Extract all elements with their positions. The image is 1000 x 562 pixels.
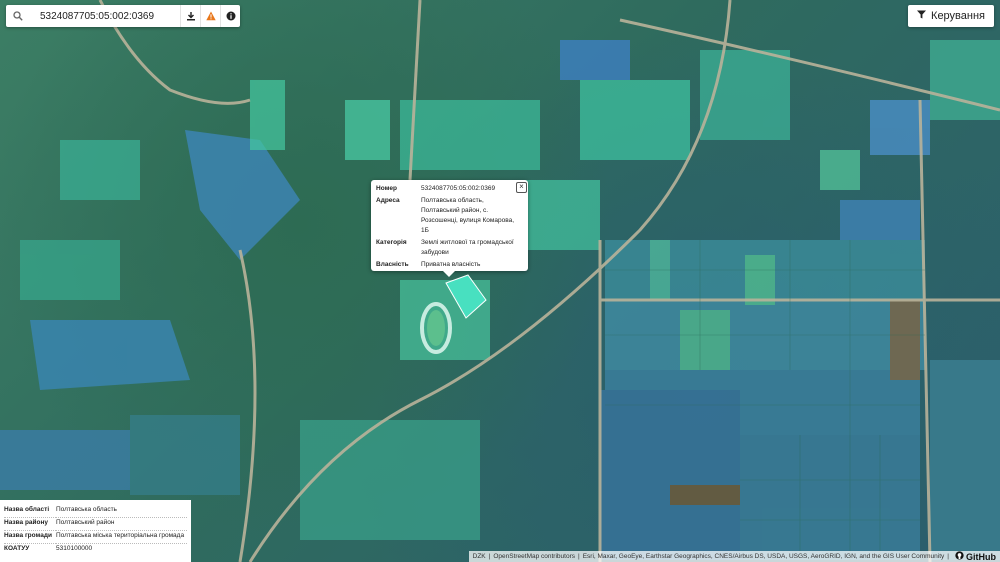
map-attribution: DZK | OpenStreetMap contributors | Esri,… [468, 551, 1000, 562]
info-key: Назва району [4, 517, 56, 531]
info-icon[interactable] [220, 5, 240, 27]
parcel-info-table: Номер 5324087705:05:002:0369 Адреса Полт… [376, 184, 522, 273]
info-key: Назва громади [4, 530, 56, 544]
warning-icon[interactable] [200, 5, 220, 27]
info-key: КОАТУУ [4, 545, 30, 552]
popup-row: Адреса Полтавська область, Полтавський р… [376, 196, 522, 238]
popup-value: Приватна власність [421, 261, 481, 269]
info-row: Назва громади Полтавська міська територі… [4, 530, 187, 544]
popup-key: Номер [376, 185, 397, 192]
download-icon[interactable] [180, 5, 200, 27]
info-value: 5310100000 [56, 545, 93, 552]
info-value: Полтавський район [56, 517, 187, 531]
close-icon[interactable]: × [516, 182, 527, 193]
filter-icon [917, 10, 927, 22]
github-link[interactable]: GitHub [955, 551, 996, 562]
popup-row: Номер 5324087705:05:002:0369 [376, 184, 522, 196]
search-tools [180, 5, 240, 27]
popup-row: Категорія Землі житлової та громадської … [376, 238, 522, 260]
search-input[interactable] [30, 10, 180, 22]
info-row: КОАТУУ 5310100000 [4, 544, 187, 557]
popup-value: Полтавська область, Полтавський район, с… [421, 197, 515, 235]
info-value: Полтавська міська територіальна громада [56, 530, 187, 544]
control-button-label: Керування [931, 10, 985, 22]
info-value: Полтавська область [56, 505, 187, 518]
popup-key: Адреса [376, 197, 400, 205]
attribution-dzk-link[interactable]: DZK [473, 553, 486, 560]
map-canvas[interactable] [0, 0, 1000, 562]
parcel-popup: × Номер 5324087705:05:002:0369 Адреса По… [371, 180, 528, 277]
github-label: GitHub [966, 551, 996, 562]
region-info-box: Назва області Полтавська область Назва р… [0, 500, 191, 562]
popup-value: Землі житлової та громадської забудови [421, 239, 514, 257]
info-row: Назва області Полтавська область [4, 505, 187, 518]
attribution-osm-link[interactable]: OpenStreetMap contributors [493, 553, 575, 560]
popup-key: Власність [376, 261, 409, 269]
region-info-table: Назва області Полтавська область Назва р… [4, 505, 187, 556]
info-key: Назва області [4, 505, 56, 518]
attribution-esri-text: Esri, Maxar, GeoEye, Earthstar Geographi… [582, 553, 945, 560]
search-bar [6, 5, 240, 27]
control-button[interactable]: Керування [908, 5, 994, 27]
github-icon [955, 551, 964, 562]
map-layer [0, 0, 1000, 562]
popup-row: Власність Приватна власність [376, 260, 522, 272]
popup-value: 5324087705:05:002:0369 [421, 185, 496, 192]
info-row: Назва району Полтавський район [4, 517, 187, 531]
search-icon[interactable] [6, 11, 30, 21]
attribution-separator: | [488, 553, 491, 560]
attribution-separator: | [577, 553, 580, 560]
attribution-separator: | [947, 553, 949, 560]
popup-key: Категорія [376, 239, 407, 247]
